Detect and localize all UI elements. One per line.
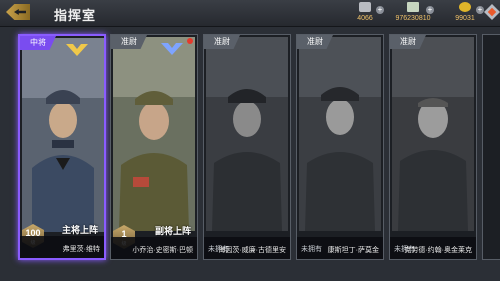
add-gold-button[interactable]: + <box>476 6 484 14</box>
resource-cash: + 976230810 <box>382 1 444 25</box>
officer-name: 弗里茨·维特 <box>62 246 100 253</box>
gold-icon <box>459 2 471 12</box>
resource-gold: + 99031 <box>440 1 490 25</box>
officer-card-patton[interactable]: 准尉 1 级 副将上阵 小乔治·史密斯·巴顿 <box>110 34 198 260</box>
officer-portrait <box>22 38 104 232</box>
next-card-peek[interactable] <box>482 34 500 260</box>
officer-card-guderian[interactable]: 准尉 未拥有 海因茨·威廉·古德里安 <box>203 34 291 260</box>
medal-icon <box>359 2 371 12</box>
resource-value: 99031 <box>455 15 475 22</box>
officer-portrait <box>206 37 288 231</box>
resource-value: 976230810 <box>395 15 431 22</box>
rank-emblem-icon <box>161 43 183 55</box>
officer-portrait <box>392 37 474 231</box>
officer-card-witt[interactable]: 中将 100 级 主将上阵 弗里茨·维特 <box>18 34 106 260</box>
notification-dot <box>187 38 193 44</box>
deploy-status-label: 主将上阵 <box>61 225 98 235</box>
officer-card-auchinleck[interactable]: 准尉 未拥有 克劳德·约翰·奥金莱克 <box>389 34 477 260</box>
officer-portrait <box>299 37 381 231</box>
officer-name: 小乔治·史密斯·巴顿 <box>132 247 193 254</box>
officer-name: 海因茨·威廉·古德里安 <box>218 247 286 254</box>
officer-card-samokhin[interactable]: 准尉 未拥有 康斯坦丁·萨莫金 <box>296 34 384 260</box>
page-title: 指挥室 <box>54 8 97 23</box>
officer-name: 康斯坦丁·萨莫金 <box>327 247 379 254</box>
back-arrow-icon[interactable] <box>6 4 30 20</box>
officer-portrait <box>113 37 195 231</box>
rank-emblem-icon <box>66 44 88 56</box>
cash-icon <box>407 2 419 12</box>
officer-name: 克劳德·约翰·奥金莱克 <box>404 247 472 254</box>
add-cash-button[interactable]: + <box>426 6 434 14</box>
deploy-status-label: 副将上阵 <box>154 226 191 236</box>
top-bar: 指挥室 + 4066 + 976230810 + 99031 <box>0 0 500 27</box>
